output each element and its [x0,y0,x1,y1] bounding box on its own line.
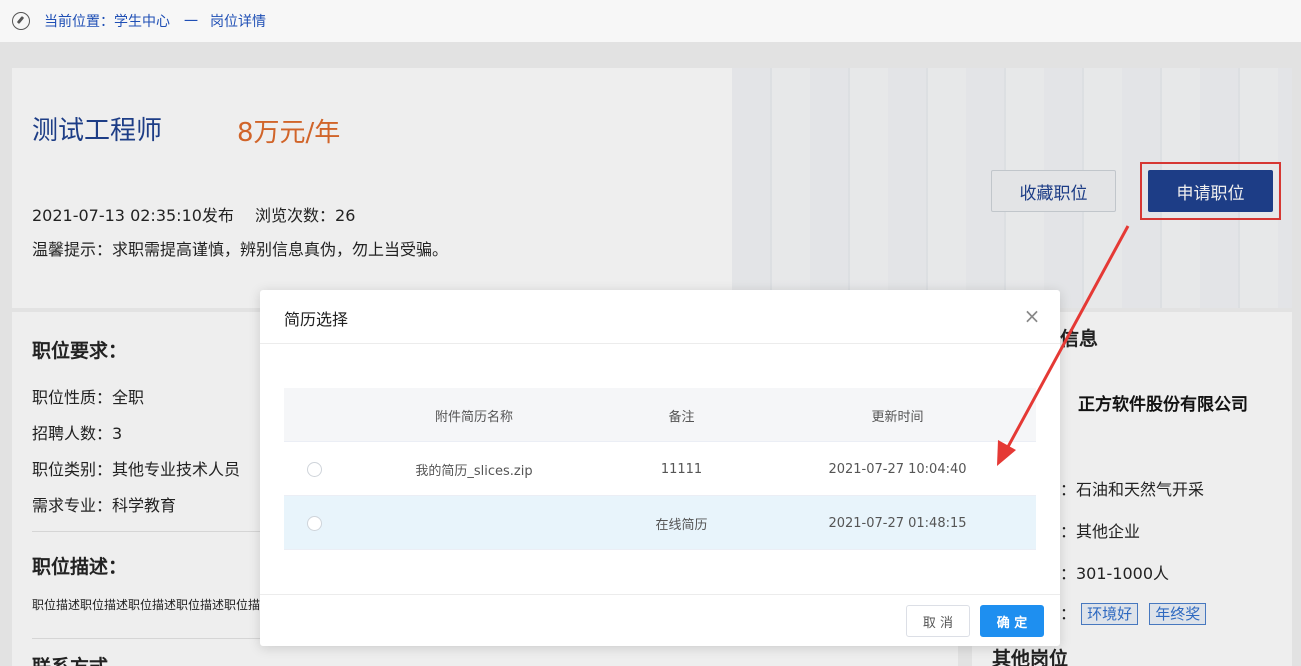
breadcrumb-prefix[interactable]: 当前位置：学生中心 [44,11,170,31]
breadcrumb: 当前位置：学生中心 一 岗位详情 [0,0,1301,42]
resume-note: 在线简历 [655,517,708,533]
radio-cell [284,496,344,550]
resume-time: 2021-07-27 10:04:40 [828,461,967,477]
close-icon[interactable]: × [1022,306,1042,326]
column-header-note: 备注 [668,409,695,425]
radio-cell [284,442,344,496]
resume-note: 11111 [660,461,703,477]
dialog-header: 简历选择 × [260,290,1060,344]
cancel-button[interactable]: 取 消 [906,605,970,637]
compass-icon [12,12,30,30]
table-row[interactable]: 我的简历_slices.zip 11111 2021-07-27 10:04:4… [284,442,1036,496]
radio-column-header [284,388,344,442]
resume-radio[interactable] [306,461,322,477]
dialog-footer-divider [260,594,1060,595]
confirm-button[interactable]: 确 定 [980,605,1044,637]
column-header-name: 附件简历名称 [434,409,513,425]
breadcrumb-separator: 一 [184,14,198,30]
resume-table: 附件简历名称 备注 更新时间 我的简历_slices.zip 11111 202… [284,388,1036,550]
resume-radio[interactable] [306,515,322,531]
resume-name [344,496,604,550]
table-header: 附件简历名称 备注 更新时间 [284,388,1036,442]
dialog-title: 简历选择 [284,310,349,329]
resume-name: 我的简历_slices.zip [415,463,533,479]
column-header-time: 更新时间 [871,409,924,425]
table-row[interactable]: 在线简历 2021-07-27 01:48:15 [284,496,1036,550]
resume-select-dialog: 简历选择 × 附件简历名称 备注 更新时间 我的简历_slices.zip 11… [260,290,1060,646]
resume-time: 2021-07-27 01:48:15 [828,515,967,531]
breadcrumb-current: 岗位详情 [210,14,266,30]
